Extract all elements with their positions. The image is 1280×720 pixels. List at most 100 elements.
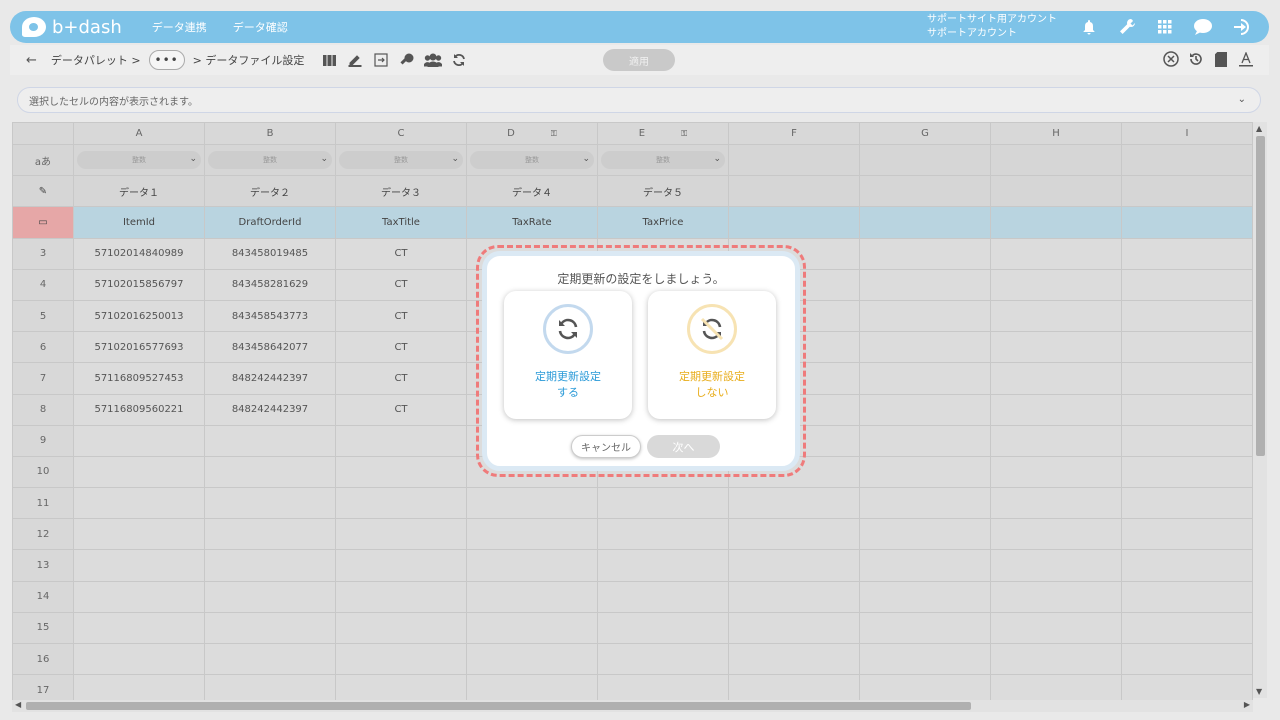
cell[interactable] <box>728 580 860 613</box>
cell[interactable]: 843458019485 <box>204 237 336 270</box>
logo[interactable]: b+dash <box>22 17 122 38</box>
cell[interactable] <box>990 424 1122 457</box>
label-cell[interactable]: データ４ <box>466 175 598 208</box>
cell[interactable]: CT <box>335 268 467 301</box>
cell[interactable] <box>335 674 467 703</box>
label-cell[interactable] <box>859 175 991 208</box>
cell[interactable] <box>204 642 336 676</box>
cell[interactable] <box>1121 268 1253 301</box>
label-cell[interactable]: データ１ <box>73 175 205 208</box>
cell[interactable]: CT <box>335 299 467 333</box>
cell[interactable] <box>859 299 991 333</box>
cell[interactable]: 848242442397 <box>204 393 336 426</box>
grid-apps-icon[interactable] <box>1155 17 1175 37</box>
cell[interactable] <box>990 268 1122 301</box>
cell[interactable] <box>466 580 598 613</box>
cell[interactable] <box>990 331 1122 364</box>
type-select[interactable]: 整数 ⌄ <box>470 151 594 170</box>
cell[interactable] <box>597 611 729 645</box>
label-cell[interactable] <box>728 175 860 208</box>
cell[interactable]: 57102015856797 <box>73 268 205 301</box>
scroll-right-icon[interactable]: ▶ <box>1244 700 1250 709</box>
key-cell[interactable]: TaxPrice <box>597 206 729 239</box>
cell[interactable] <box>990 549 1122 582</box>
cell[interactable] <box>1121 549 1253 582</box>
key-cell[interactable] <box>990 206 1122 239</box>
cell[interactable] <box>335 580 467 613</box>
cell[interactable] <box>1121 331 1253 364</box>
edit-icon[interactable] <box>346 51 364 69</box>
cell[interactable] <box>1121 611 1253 645</box>
cell[interactable] <box>859 642 991 676</box>
apply-button[interactable]: 適用 <box>603 49 675 71</box>
cell[interactable] <box>728 642 860 676</box>
cell[interactable] <box>990 674 1122 703</box>
cell[interactable] <box>335 642 467 676</box>
cancel-button[interactable]: キャンセル <box>571 435 641 458</box>
cell[interactable]: 843458543773 <box>204 299 336 333</box>
cell[interactable] <box>728 487 860 520</box>
column-header[interactable]: I <box>1121 122 1253 145</box>
horizontal-scroll-thumb[interactable] <box>26 702 971 710</box>
close-circle-icon[interactable] <box>1162 50 1180 68</box>
key-cell[interactable] <box>728 206 860 239</box>
cell[interactable]: 57102016250013 <box>73 299 205 333</box>
cell[interactable] <box>859 518 991 551</box>
cell[interactable] <box>466 549 598 582</box>
type-select[interactable]: 整数 ⌄ <box>601 151 725 170</box>
file-icon[interactable] <box>1212 50 1230 68</box>
cell[interactable] <box>466 487 598 520</box>
cell[interactable] <box>73 611 205 645</box>
cell[interactable] <box>73 580 205 613</box>
key-cell[interactable]: TaxRate <box>466 206 598 239</box>
cell[interactable] <box>204 549 336 582</box>
cell[interactable] <box>859 580 991 613</box>
cell[interactable] <box>335 424 467 457</box>
cell[interactable] <box>990 393 1122 426</box>
column-header[interactable]: A <box>73 122 205 145</box>
back-arrow-icon[interactable]: ← <box>26 53 37 68</box>
column-header[interactable]: G <box>859 122 991 145</box>
cell[interactable] <box>1121 237 1253 270</box>
cell[interactable] <box>1121 299 1253 333</box>
cell[interactable] <box>990 580 1122 613</box>
key-cell[interactable] <box>859 206 991 239</box>
cell[interactable] <box>859 331 991 364</box>
calendar-icon[interactable]: ▭ <box>12 206 74 239</box>
chevron-down-icon[interactable]: ⌄ <box>1238 94 1246 105</box>
cell[interactable] <box>204 611 336 645</box>
cell[interactable] <box>597 580 729 613</box>
cell[interactable]: 57116809560221 <box>73 393 205 426</box>
cell[interactable] <box>859 455 991 489</box>
cell[interactable] <box>335 455 467 489</box>
key-cell[interactable] <box>1121 206 1253 239</box>
cell[interactable] <box>597 549 729 582</box>
cell[interactable]: 57102016577693 <box>73 331 205 364</box>
cell[interactable]: CT <box>335 331 467 364</box>
export-icon[interactable] <box>372 51 390 69</box>
label-cell[interactable]: データ５ <box>597 175 729 208</box>
column-header[interactable]: E ⚿ <box>597 122 729 145</box>
cell[interactable] <box>1121 393 1253 426</box>
key-icon[interactable]: ⚿ <box>551 129 557 138</box>
cell[interactable] <box>1121 580 1253 613</box>
cell[interactable] <box>1121 487 1253 520</box>
type-select[interactable]: 整数 ⌄ <box>208 151 332 170</box>
cell[interactable] <box>204 455 336 489</box>
scroll-up-icon[interactable]: ▲ <box>1256 124 1262 133</box>
columns-icon[interactable] <box>320 51 338 69</box>
key-icon[interactable]: ⚿ <box>681 129 687 138</box>
cell[interactable] <box>728 518 860 551</box>
key-icon[interactable] <box>398 51 416 69</box>
label-cell[interactable]: データ２ <box>204 175 336 208</box>
vertical-scrollbar[interactable]: ▲ ▼ <box>1253 122 1267 698</box>
cell[interactable] <box>335 611 467 645</box>
cell[interactable] <box>466 518 598 551</box>
key-cell[interactable]: DraftOrderId <box>204 206 336 239</box>
bell-icon[interactable] <box>1079 17 1099 37</box>
cell[interactable] <box>990 611 1122 645</box>
column-header[interactable]: C <box>335 122 467 145</box>
cell[interactable] <box>859 611 991 645</box>
cell[interactable] <box>335 487 467 520</box>
cell[interactable] <box>1121 642 1253 676</box>
